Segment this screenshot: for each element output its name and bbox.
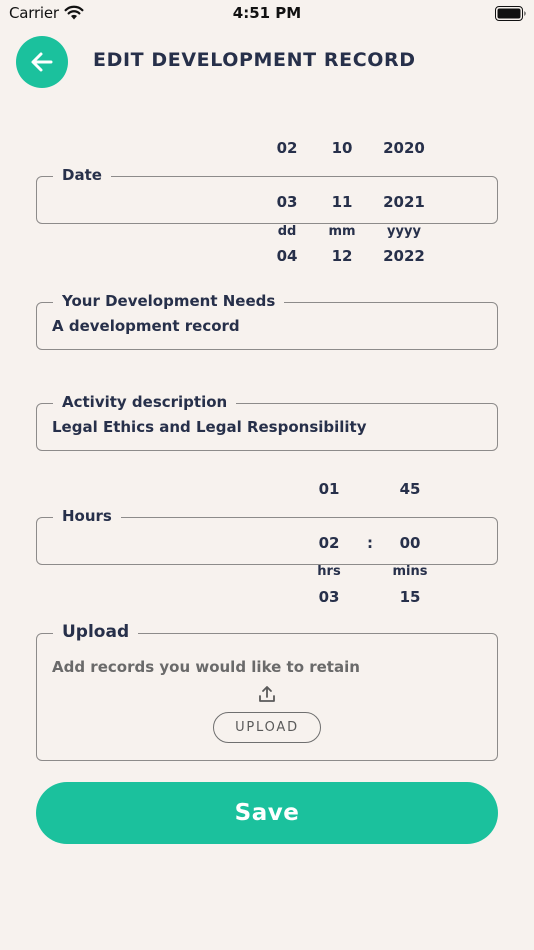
upload-label: Upload <box>53 622 139 642</box>
date-month-below[interactable]: 12 <box>312 247 372 265</box>
back-button[interactable] <box>16 36 68 88</box>
upload-field: Upload Add records you would like to ret… <box>36 622 498 761</box>
activity-description-label: Activity description <box>53 392 237 412</box>
hours-mins-below[interactable]: 15 <box>380 588 440 606</box>
arrow-left-icon <box>31 52 53 72</box>
hours-mins-unit: mins <box>392 564 428 579</box>
hours-label: Hours <box>53 506 121 526</box>
date-year-selected[interactable]: 2021 <box>374 193 434 211</box>
development-needs-field[interactable]: Your Development Needs A development rec… <box>36 291 498 350</box>
date-day-above[interactable]: 02 <box>257 139 317 157</box>
hours-hrs-unit: hrs <box>317 564 341 579</box>
hours-hrs-below[interactable]: 03 <box>299 588 359 606</box>
hours-hrs-above[interactable]: 01 <box>299 480 359 498</box>
date-month-above[interactable]: 10 <box>312 139 372 157</box>
status-bar: Carrier 4:51 PM <box>0 0 534 28</box>
date-month-selected[interactable]: 11 <box>312 193 372 211</box>
date-year-unit: yyyy <box>387 224 421 239</box>
date-label: Date <box>53 165 111 185</box>
upload-button[interactable]: UPLOAD <box>213 712 321 743</box>
battery-icon <box>495 6 526 21</box>
date-day-selected[interactable]: 03 <box>257 193 317 211</box>
date-month-unit: mm <box>328 224 356 239</box>
page-title: EDIT DEVELOPMENT RECORD <box>93 49 416 71</box>
hours-mins-selected[interactable]: 00 <box>380 534 440 552</box>
development-needs-label: Your Development Needs <box>53 291 285 311</box>
date-year-above[interactable]: 2020 <box>374 139 434 157</box>
clock: 4:51 PM <box>232 4 302 22</box>
upload-hint: Add records you would like to retain <box>52 658 360 676</box>
activity-description-value[interactable]: Legal Ethics and Legal Responsibility <box>52 418 367 436</box>
hours-mins-above[interactable]: 45 <box>380 480 440 498</box>
date-day-below[interactable]: 04 <box>257 247 317 265</box>
date-day-unit: dd <box>277 224 297 239</box>
date-year-below[interactable]: 2022 <box>374 247 434 265</box>
activity-description-field[interactable]: Activity description Legal Ethics and Le… <box>36 392 498 451</box>
development-needs-value[interactable]: A development record <box>52 317 240 335</box>
save-button[interactable]: Save <box>36 782 498 844</box>
upload-icon[interactable] <box>257 684 277 704</box>
